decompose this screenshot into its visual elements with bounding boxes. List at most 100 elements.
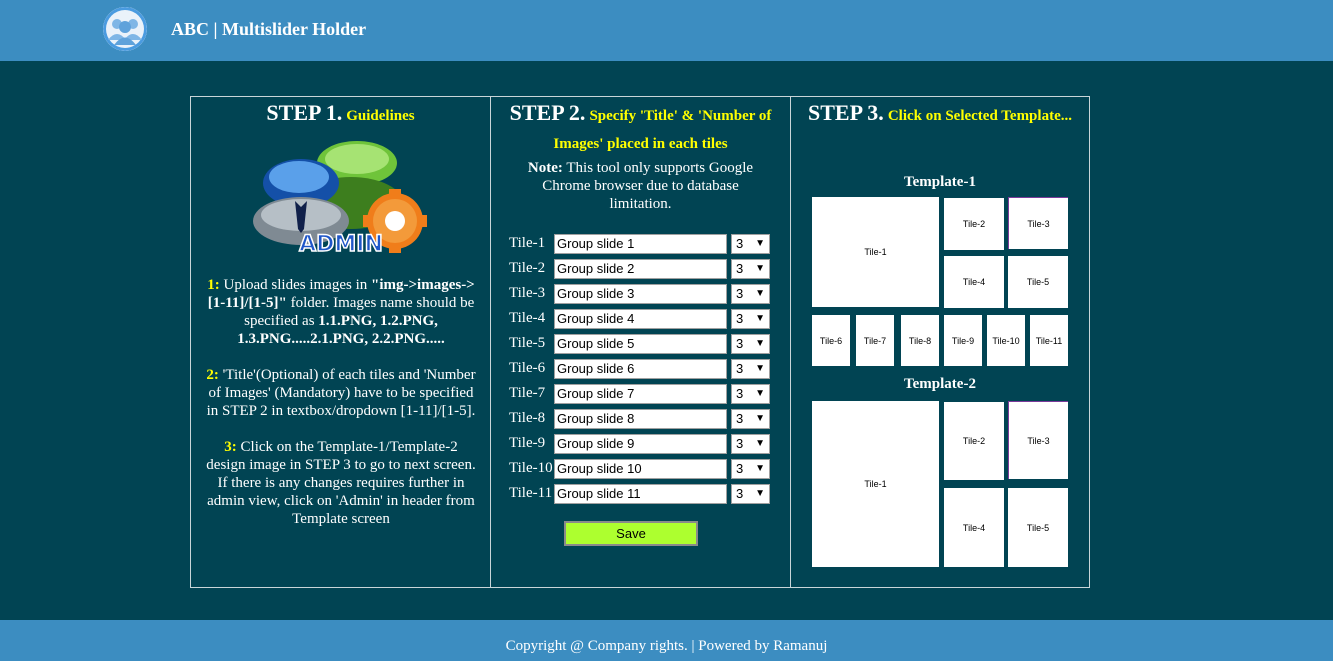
dropdown-arrow-icon: ▼: [755, 263, 765, 274]
users-icon[interactable]: [103, 7, 147, 51]
template2-tile: Tile-4: [944, 488, 1004, 567]
tile-title-input[interactable]: Group slide 7: [554, 384, 727, 404]
tile-label: Tile-2: [509, 260, 546, 276]
image-count-select[interactable]: 3 ▼: [731, 359, 770, 379]
step1-subtitle: Guidelines: [346, 108, 415, 124]
tile-label: Tile-9: [509, 435, 546, 451]
image-count-select[interactable]: 3 ▼: [731, 409, 770, 429]
tile-label: Tile-10: [509, 460, 553, 476]
tile-title-input[interactable]: Group slide 8: [554, 409, 727, 429]
tile-title-input[interactable]: Group slide 11: [554, 484, 727, 504]
step2-heading: STEP 2. Specify 'Title' & 'Number of Ima…: [491, 97, 790, 158]
step2-subtitle: Specify 'Title' & 'Number of Images' pla…: [553, 108, 772, 152]
tile-label: Tile-1: [509, 235, 546, 251]
template1-tile: Tile-8: [901, 315, 939, 366]
template1-tile: Tile-3: [1008, 197, 1068, 249]
guideline-2: 2: 'Title'(Optional) of each tiles and '…: [206, 367, 476, 419]
tile-row: Tile-7 Group slide 7 3 ▼: [509, 383, 779, 408]
dropdown-arrow-icon: ▼: [755, 238, 765, 249]
tile-row: Tile-6 Group slide 6 3 ▼: [509, 358, 779, 383]
dropdown-arrow-icon: ▼: [755, 313, 765, 324]
tile-row: Tile-3 Group slide 3 3 ▼: [509, 283, 779, 308]
image-count-value: 3: [736, 411, 744, 426]
tile-title-input[interactable]: Group slide 1: [554, 234, 727, 254]
image-count-select[interactable]: 3 ▼: [731, 484, 770, 504]
tile-label: Tile-7: [509, 385, 546, 401]
template2-tile: Tile-2: [944, 402, 1004, 480]
tile-row: Tile-1 Group slide 1 3 ▼: [509, 233, 779, 258]
guidelines-text: 1: Upload slides images in "img->images-…: [205, 276, 477, 546]
tile-title-input[interactable]: Group slide 6: [554, 359, 727, 379]
image-count-value: 3: [736, 336, 744, 351]
header-bar: ABC | Multislider Holder: [0, 0, 1333, 61]
step1-heading: STEP 1. Guidelines: [191, 97, 490, 130]
image-count-select[interactable]: 3 ▼: [731, 259, 770, 279]
template1-tile: Tile-6: [812, 315, 850, 366]
tile-label: Tile-6: [509, 360, 546, 376]
tile-row: Tile-9 Group slide 9 3 ▼: [509, 433, 779, 458]
template1-tile: Tile-5: [1008, 256, 1068, 308]
image-count-select[interactable]: 3 ▼: [731, 284, 770, 304]
image-count-select[interactable]: 3 ▼: [731, 309, 770, 329]
image-count-select[interactable]: 3 ▼: [731, 234, 770, 254]
image-count-select[interactable]: 3 ▼: [731, 384, 770, 404]
footer-text: Copyright @ Company rights. | Powered by…: [505, 638, 828, 654]
tile-title-input[interactable]: Group slide 5: [554, 334, 727, 354]
dropdown-arrow-icon: ▼: [755, 438, 765, 449]
template1-tile: Tile-11: [1030, 315, 1068, 366]
dropdown-arrow-icon: ▼: [755, 413, 765, 424]
footer-bar: Copyright @ Company rights. | Powered by…: [0, 620, 1333, 661]
tile-title-input[interactable]: Group slide 4: [554, 309, 727, 329]
dropdown-arrow-icon: ▼: [755, 338, 765, 349]
app-title[interactable]: ABC | Multislider Holder: [171, 19, 366, 40]
step1-panel: STEP 1. Guidelines ADMIN 1: Upload slide…: [190, 96, 491, 588]
tile-row: Tile-4 Group slide 4 3 ▼: [509, 308, 779, 333]
tile-row: Tile-8 Group slide 8 3 ▼: [509, 408, 779, 433]
tile-label: Tile-3: [509, 285, 546, 301]
save-button[interactable]: Save: [564, 521, 698, 546]
image-count-select[interactable]: 3 ▼: [731, 334, 770, 354]
tile-title-input[interactable]: Group slide 10: [554, 459, 727, 479]
template1-tile: Tile-9: [944, 315, 982, 366]
image-count-select[interactable]: 3 ▼: [731, 434, 770, 454]
step3-title: STEP 3.: [808, 100, 884, 125]
image-count-select[interactable]: 3 ▼: [731, 459, 770, 479]
template2-tile: Tile-1: [812, 401, 939, 567]
template1-tile: Tile-10: [987, 315, 1025, 366]
tile-label: Tile-8: [509, 410, 546, 426]
image-count-value: 3: [736, 386, 744, 401]
tile-title-input[interactable]: Group slide 3: [554, 284, 727, 304]
tile-title-input[interactable]: Group slide 2: [554, 259, 727, 279]
dropdown-arrow-icon: ▼: [755, 388, 765, 399]
guideline-3: 3: Click on the Template-1/Template-2 de…: [206, 439, 476, 527]
dropdown-arrow-icon: ▼: [755, 488, 765, 499]
template1-tile: Tile-1: [812, 197, 939, 307]
step2-title: STEP 2.: [509, 100, 586, 125]
dropdown-arrow-icon: ▼: [755, 463, 765, 474]
browser-note: Note: This tool only supports Google Chr…: [527, 160, 754, 212]
guideline-1: 1: Upload slides images in "img->images-…: [207, 277, 475, 347]
template2-title: Template-2: [904, 376, 976, 392]
image-count-value: 3: [736, 261, 744, 276]
step3-panel: STEP 3. Click on Selected Template... Te…: [790, 96, 1090, 588]
image-count-value: 3: [736, 311, 744, 326]
step1-title: STEP 1.: [266, 100, 343, 125]
tile-row: Tile-2 Group slide 2 3 ▼: [509, 258, 779, 283]
image-count-value: 3: [736, 436, 744, 451]
image-count-value: 3: [736, 461, 744, 476]
tile-label: Tile-11: [509, 485, 553, 501]
tile-row: Tile-10 Group slide 10 3 ▼: [509, 458, 779, 483]
tile-label: Tile-4: [509, 310, 546, 326]
tile-row: Tile-5 Group slide 5 3 ▼: [509, 333, 779, 358]
image-count-value: 3: [736, 361, 744, 376]
tile-title-input[interactable]: Group slide 9: [554, 434, 727, 454]
image-count-value: 3: [736, 236, 744, 251]
admin-logo-image: ADMIN: [249, 139, 433, 258]
template1-title: Template-1: [904, 174, 976, 190]
template2-tile: Tile-5: [1008, 488, 1068, 567]
template1-tile: Tile-4: [944, 256, 1004, 308]
template2-tile: Tile-3: [1008, 401, 1068, 479]
dropdown-arrow-icon: ▼: [755, 288, 765, 299]
dropdown-arrow-icon: ▼: [755, 363, 765, 374]
tile-rows: Tile-1 Group slide 1 3 ▼ Tile-2 Group slide 2…: [509, 233, 779, 508]
